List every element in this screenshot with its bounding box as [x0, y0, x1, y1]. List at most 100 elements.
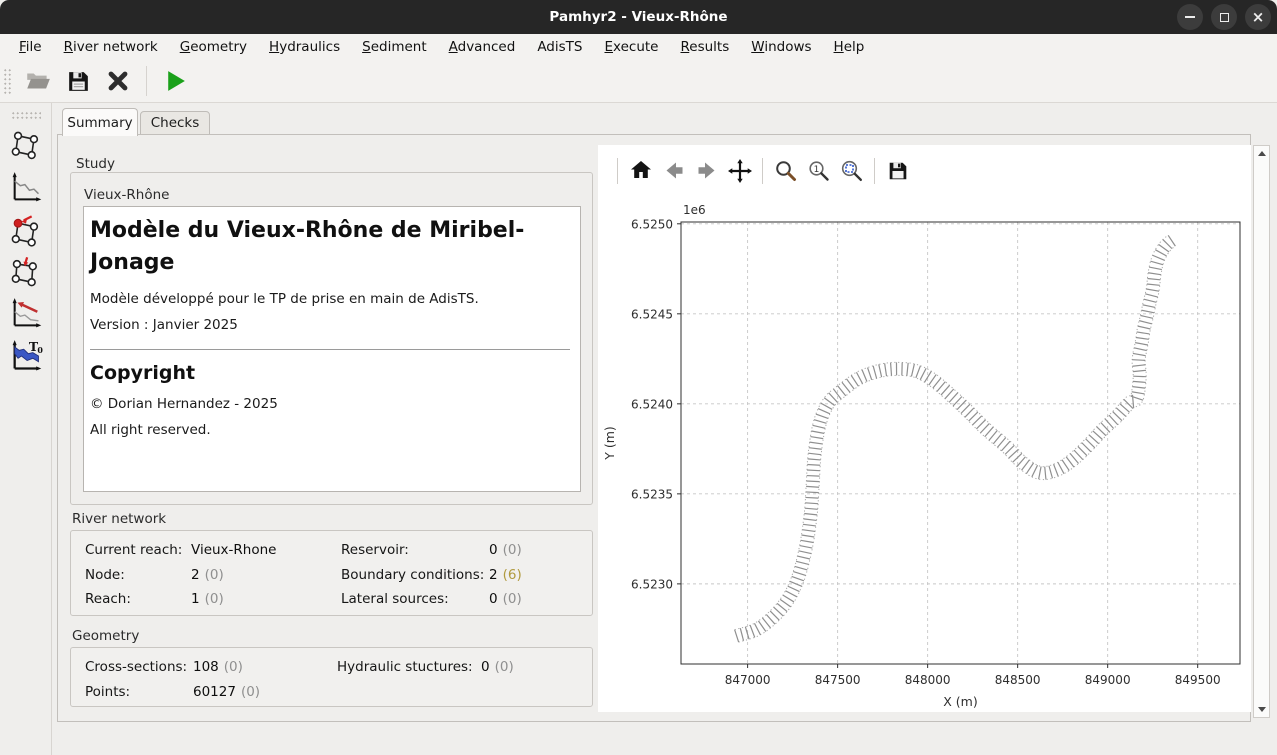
plot-zoom-button[interactable]	[770, 155, 801, 186]
plot-pan-button[interactable]	[724, 155, 755, 186]
plot-home-button[interactable]	[625, 155, 656, 186]
copyright-heading: Copyright	[90, 362, 570, 384]
scroll-down-button[interactable]	[1254, 702, 1269, 717]
stat-boundary-conditions: Boundary conditions: 2(6)	[341, 567, 484, 583]
maximize-icon	[1220, 13, 1229, 22]
study-description-box[interactable]: Modèle du Vieux-Rhône de Miribel-Jonage …	[83, 206, 581, 492]
toolbar-drag-handle[interactable]	[3, 68, 12, 94]
svg-text:Y (m): Y (m)	[602, 426, 617, 461]
side-toolbar: T 0	[0, 103, 52, 755]
plot-zoom-rect-button[interactable]	[836, 155, 867, 186]
stat-hydraulic-structures: Hydraulic stuctures: 0(0)	[337, 659, 473, 675]
minimize-button[interactable]	[1177, 4, 1203, 30]
divider	[90, 349, 570, 350]
river-network-plot-panel: 8470008475008480008485008490008495006.52…	[598, 145, 1251, 712]
home-icon	[628, 158, 654, 184]
boundary-conditions-icon	[9, 213, 43, 247]
menu-file[interactable]: File	[10, 36, 51, 58]
main-toolbar	[0, 60, 1277, 103]
minimize-icon	[1185, 16, 1195, 18]
nav-separator	[617, 158, 618, 184]
svg-text:6.5230: 6.5230	[631, 577, 673, 591]
svg-text:1e6: 1e6	[683, 203, 706, 217]
menu-help[interactable]: Help	[825, 36, 874, 58]
tab-checks[interactable]: Checks	[140, 111, 210, 135]
nav-separator	[874, 158, 875, 184]
plot-nav-toolbar: 1	[612, 155, 913, 186]
study-version: Version : Janvier 2025	[90, 317, 570, 333]
study-title: Modèle du Vieux-Rhône de Miribel-Jonage	[90, 215, 570, 279]
menu-hydraulics[interactable]: Hydraulics	[260, 36, 349, 58]
close-study-button[interactable]	[101, 64, 135, 98]
side-toolbar-drag-handle[interactable]	[11, 111, 41, 120]
menu-sediment[interactable]: Sediment	[353, 36, 436, 58]
plot-zoom-one-button[interactable]: 1	[803, 155, 834, 186]
magnifier-one-icon: 1	[806, 158, 832, 184]
save-button[interactable]	[61, 64, 95, 98]
tab-checks-label: Checks	[151, 115, 200, 131]
stat-cross-sections: Cross-sections: 108(0)	[85, 659, 187, 675]
svg-text:6.5245: 6.5245	[631, 307, 673, 321]
maximize-button[interactable]	[1211, 4, 1237, 30]
menu-river-network[interactable]: River network	[55, 36, 167, 58]
svg-text:0: 0	[37, 346, 43, 355]
river-network-icon	[9, 129, 43, 163]
menu-bar: File River network Geometry Hydraulics S…	[0, 34, 1277, 60]
open-button[interactable]	[21, 64, 55, 98]
window-titlebar[interactable]: Pamhyr2 - Vieux-Rhône ×	[0, 0, 1277, 34]
tab-summary-label: Summary	[67, 115, 132, 131]
river-network-group-label: River network	[72, 511, 166, 527]
tool-geometry-profile-button[interactable]	[6, 168, 46, 208]
lateral-sources-icon	[9, 255, 43, 289]
menu-results[interactable]: Results	[671, 36, 738, 58]
svg-text:6.5235: 6.5235	[631, 487, 673, 501]
tool-initial-conditions-button[interactable]	[6, 294, 46, 334]
tab-summary[interactable]: Summary	[62, 108, 138, 136]
svg-text:X (m): X (m)	[943, 694, 977, 709]
save-floppy-icon	[65, 68, 92, 95]
menu-execute[interactable]: Execute	[595, 36, 667, 58]
river-network-group-box: Current reach: Vieux-Rhone Node: 2(0) Re…	[70, 530, 593, 616]
stat-reach: Reach: 1(0)	[85, 591, 131, 607]
geometry-group-label: Geometry	[72, 628, 139, 644]
run-button[interactable]	[158, 64, 192, 98]
initial-conditions-icon	[9, 297, 43, 331]
svg-text:849500: 849500	[1175, 673, 1221, 687]
menu-advanced[interactable]: Advanced	[440, 36, 525, 58]
study-group-box: Vieux-Rhône Modèle du Vieux-Rhône de Mir…	[70, 172, 593, 505]
tool-lateral-sources-button[interactable]	[6, 252, 46, 292]
plot-back-button[interactable]	[658, 155, 689, 186]
svg-text:848000: 848000	[905, 673, 951, 687]
arrow-up-icon	[1258, 151, 1266, 156]
toolbar-separator	[146, 66, 147, 96]
run-play-icon	[162, 68, 189, 95]
tool-river-network-button[interactable]	[6, 126, 46, 166]
open-folder-icon	[24, 67, 52, 95]
vertical-scrollbar[interactable]	[1253, 145, 1270, 718]
svg-text:849000: 849000	[1085, 673, 1131, 687]
stat-points: Points: 60127(0)	[85, 684, 130, 700]
river-network-chart[interactable]: 8470008475008480008485008490008495006.52…	[598, 145, 1251, 712]
pan-move-icon	[727, 158, 753, 184]
menu-windows[interactable]: Windows	[742, 36, 820, 58]
tool-adists-initial-time-button[interactable]: T 0	[6, 336, 46, 376]
svg-text:6.5240: 6.5240	[631, 397, 673, 411]
plot-save-button[interactable]	[882, 155, 913, 186]
scroll-up-button[interactable]	[1254, 146, 1269, 161]
magnifier-icon	[773, 158, 799, 184]
window-controls: ×	[1177, 4, 1271, 30]
menu-adists[interactable]: AdisTS	[528, 36, 591, 58]
nav-separator	[762, 158, 763, 184]
copyright-note: All right reserved.	[90, 422, 570, 438]
svg-text:6.5250: 6.5250	[631, 217, 673, 231]
stat-current-reach: Current reach: Vieux-Rhone	[85, 542, 182, 558]
tool-boundary-conditions-button[interactable]	[6, 210, 46, 250]
back-arrow-icon	[661, 158, 687, 184]
plot-forward-button[interactable]	[691, 155, 722, 186]
study-name-label: Vieux-Rhône	[84, 187, 169, 203]
adists-t0-icon: T 0	[9, 339, 43, 373]
close-x-icon	[105, 68, 131, 94]
menu-geometry[interactable]: Geometry	[171, 36, 256, 58]
close-button[interactable]: ×	[1245, 4, 1271, 30]
stat-lateral-sources: Lateral sources: 0(0)	[341, 591, 449, 607]
